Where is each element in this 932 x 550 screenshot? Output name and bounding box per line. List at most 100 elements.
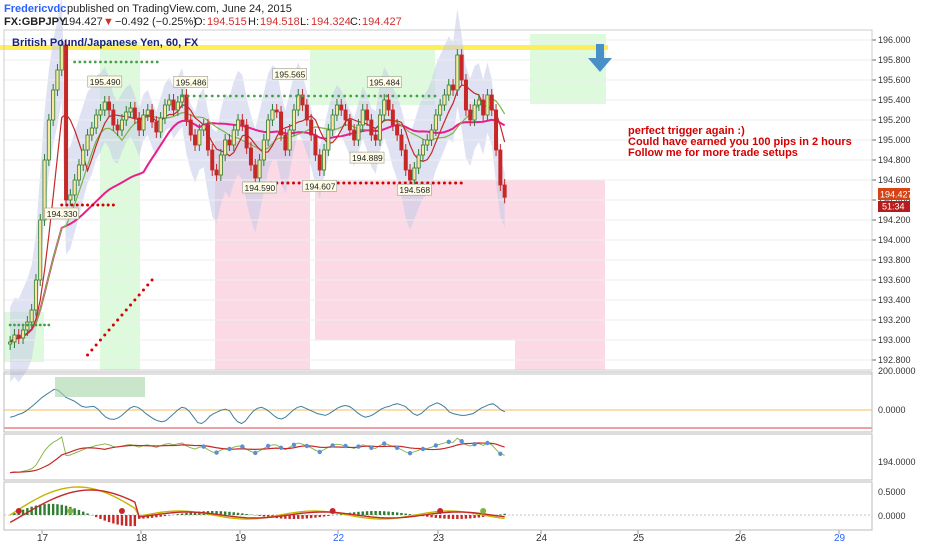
x-tick-label: 24: [536, 533, 548, 544]
candle-body: [111, 109, 116, 126]
candle-body: [352, 129, 357, 141]
candle-body: [29, 309, 34, 323]
resistance-dot: [216, 94, 220, 98]
price-label: 195.484: [366, 76, 402, 88]
resistance-dot: [114, 60, 118, 64]
macd-histogram-bar: [112, 515, 115, 524]
candle-body: [175, 101, 180, 111]
candle-body: [55, 69, 60, 91]
symbol-label[interactable]: FX:GBPJPY: [4, 16, 66, 28]
macd-histogram-bar: [374, 511, 377, 515]
macd-histogram-bar: [241, 513, 244, 515]
sar-dot: [38, 323, 42, 327]
support-dot: [459, 181, 463, 185]
candle-body: [438, 104, 443, 116]
support-dot: [106, 203, 110, 207]
sar-dot: [124, 308, 128, 312]
support-dot: [297, 181, 301, 185]
resistance-dot: [119, 60, 123, 64]
macd-histogram-bar: [322, 515, 326, 517]
price-label-text: 195.486: [176, 77, 207, 87]
candle-body: [309, 119, 314, 136]
candle-body: [89, 127, 94, 136]
time-axis[interactable]: 17 18 19 22 23 24 25 26 29: [37, 530, 846, 544]
candle-body: [119, 119, 124, 131]
macd-histogram-bar: [176, 514, 180, 515]
sar-dot: [103, 333, 107, 337]
green-zone: [530, 34, 606, 104]
candle-body: [274, 109, 279, 113]
macd-histogram-bar: [387, 511, 390, 515]
x-tick-label: 17: [37, 533, 49, 544]
y-tick-label: 193.200: [878, 315, 911, 325]
candle-body: [184, 94, 189, 121]
candle-body: [429, 129, 434, 141]
candle-body: [347, 119, 352, 131]
support-dot: [111, 203, 115, 207]
y-tick-label: 193.800: [878, 255, 911, 265]
macd-histogram-bar: [232, 512, 235, 515]
candle-body: [188, 119, 193, 136]
candle-body: [408, 169, 413, 181]
macd-histogram-bar: [64, 505, 68, 515]
macd-panel: 0.5000 0.0000: [4, 486, 906, 527]
resistance-dot: [145, 60, 149, 64]
candle-body: [399, 134, 404, 151]
macd-histogram-bar: [125, 515, 128, 526]
subpanel-frame: [3, 433, 873, 481]
x-tick-label: 22: [333, 533, 345, 544]
candle-body: [502, 184, 507, 198]
support-dot: [60, 203, 64, 207]
candle-body: [227, 139, 232, 146]
x-tick-label: 18: [136, 533, 148, 544]
candle-body: [459, 54, 464, 81]
resistance-dot: [271, 94, 274, 98]
candle-body: [485, 94, 490, 116]
candle-body: [433, 114, 438, 131]
macd-histogram-bar: [361, 511, 364, 515]
resistance-dot: [307, 94, 310, 98]
macd-histogram-bar: [245, 513, 248, 515]
resistance-dot: [246, 94, 250, 98]
candle-body: [261, 139, 266, 161]
macd-histogram-bar: [305, 515, 309, 519]
resistance-dot: [313, 94, 316, 98]
resistance-dot: [349, 94, 353, 98]
last-price-badge: 194.427: [880, 190, 913, 200]
resistance-dot: [391, 94, 395, 98]
candle-body: [313, 134, 318, 156]
macd-histogram-bar: [292, 515, 296, 519]
candle-body: [304, 104, 309, 121]
macd-histogram-bar: [86, 513, 89, 515]
price-label: 195.486: [173, 76, 209, 88]
change-triangle-icon: ▼: [103, 16, 114, 28]
support-dot: [370, 181, 374, 185]
candle-body: [442, 94, 447, 106]
macd-histogram-bar: [228, 511, 231, 515]
sar-dot: [13, 323, 16, 327]
panel2-dot: [356, 444, 361, 449]
resistance-dot: [180, 94, 184, 98]
resistance-dot: [277, 94, 280, 98]
macd-cross-dot: [437, 508, 444, 514]
candle-body: [291, 109, 296, 131]
candle-body: [197, 129, 202, 146]
panel2-dot: [253, 450, 258, 456]
price-label: 194.330: [44, 207, 80, 220]
panel2-dot: [214, 450, 219, 455]
price-label-text: 195.490: [90, 77, 121, 87]
resistance-dot: [192, 94, 196, 98]
resistance-dot: [283, 94, 286, 98]
resistance-dot: [186, 94, 190, 98]
last-price: 194.427: [63, 16, 103, 28]
macd-histogram-bar: [159, 515, 162, 517]
panel2-dot: [382, 441, 387, 446]
panel2-dot: [446, 439, 451, 444]
candle-body: [223, 139, 228, 156]
candle-body: [76, 164, 81, 181]
x-tick-label: 26: [735, 533, 747, 544]
author-link[interactable]: Fredericvdc: [4, 3, 66, 15]
macd-histogram-bar: [460, 515, 463, 519]
panel2-dot: [278, 445, 284, 450]
price-label: 195.490: [87, 75, 123, 88]
